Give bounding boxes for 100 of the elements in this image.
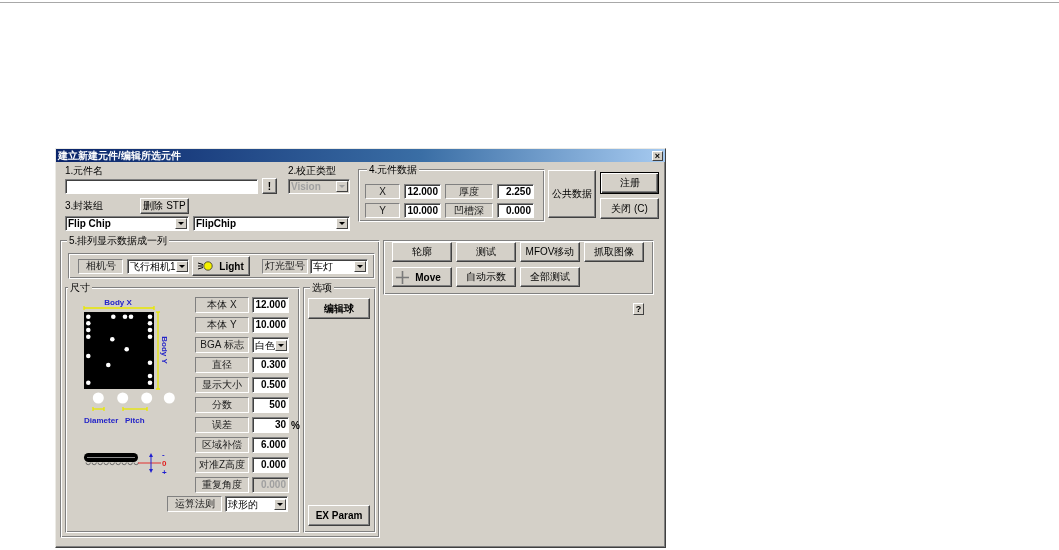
- text-field[interactable]: 10.000: [404, 203, 441, 218]
- text-field[interactable]: 12.000: [404, 184, 441, 199]
- caret-icon: [339, 222, 345, 225]
- field-label: 凹槽深: [445, 203, 493, 218]
- group-title: 4.元件数据: [367, 163, 420, 176]
- field-label: 相机号: [78, 258, 123, 274]
- dialog-button[interactable]: 关闭 (C): [600, 198, 659, 219]
- option-button[interactable]: EX Param: [308, 505, 370, 526]
- tool-button[interactable]: 自动示数: [456, 267, 516, 287]
- dropdown-button[interactable]: [336, 218, 348, 229]
- lamp-icon: [198, 261, 214, 271]
- help-button[interactable]: ?: [633, 303, 644, 315]
- field-label: 直径: [195, 357, 249, 373]
- solder-ball-dot: [86, 353, 91, 359]
- option-button[interactable]: 编辑球: [308, 298, 370, 319]
- caret-icon: [278, 343, 284, 347]
- field-label: 区域补偿: [195, 437, 249, 453]
- text-field[interactable]: 0.000: [252, 457, 289, 473]
- dropdown-field[interactable]: Flip Chip: [65, 216, 189, 231]
- dropdown-button[interactable]: [354, 260, 366, 272]
- field-label: 本体 X: [195, 297, 249, 313]
- solder-ball-circle: [117, 392, 129, 404]
- text-field[interactable]: 0.000: [497, 203, 534, 218]
- solder-ball-dot: [106, 362, 111, 368]
- text-field[interactable]: 0.300: [252, 357, 289, 373]
- light-button[interactable]: Light: [192, 256, 250, 276]
- solder-ball-dot: [86, 380, 91, 385]
- dialog-button[interactable]: 注册: [600, 172, 659, 194]
- unit-label: %: [291, 419, 300, 431]
- field-label: 2.校正类型: [288, 164, 337, 177]
- solder-ball-circle: [92, 392, 104, 404]
- field-label: 3.封装组: [65, 199, 105, 212]
- dimension-label: Diameter: [84, 416, 119, 425]
- delete-button[interactable]: 删除 STP: [140, 197, 189, 214]
- height-arrow: [149, 453, 153, 473]
- dimension-label: Body X: [104, 298, 132, 307]
- text-field[interactable]: 6.000: [252, 437, 289, 453]
- field-label: 灯光型号: [262, 258, 308, 274]
- exclamation-button[interactable]: !: [262, 178, 277, 194]
- field-label: 运算法则: [167, 496, 222, 512]
- dropdown-field[interactable]: 白色: [252, 337, 289, 353]
- caret-icon: [277, 502, 283, 506]
- tool-button[interactable]: MFOV移动: [520, 242, 580, 262]
- dimension-label: Body Y: [160, 336, 169, 364]
- package-side-view-drawing: [84, 453, 139, 466]
- group-title: 5.排列显示数据成一列: [67, 234, 170, 247]
- offset-mark-label: -: [162, 450, 165, 459]
- field-label: 分数: [195, 397, 249, 413]
- solder-ball-circle: [141, 392, 153, 404]
- window-title: 建立新建元件/编辑所选元件: [58, 149, 181, 162]
- dropdown-button[interactable]: [175, 218, 187, 229]
- offset-line: [137, 462, 162, 464]
- solder-ball-dot: [147, 314, 153, 319]
- text-field[interactable]: 2.250: [497, 184, 534, 199]
- dropdown-button[interactable]: [175, 260, 188, 272]
- text-field[interactable]: 500: [252, 397, 289, 413]
- close-button[interactable]: ×: [652, 150, 663, 161]
- field-label: 显示大小: [195, 377, 249, 393]
- solder-ball-dot: [124, 347, 129, 352]
- dimension-line: [122, 406, 148, 412]
- dropdown-field[interactable]: FlipChip: [193, 216, 350, 231]
- tool-button[interactable]: Move: [392, 267, 452, 287]
- group-title: 选项: [310, 281, 334, 294]
- dimension-line: [92, 406, 105, 412]
- field-label: 本体 Y: [195, 317, 249, 333]
- solder-ball-dot: [110, 337, 115, 342]
- dropdown-field[interactable]: 车灯: [310, 258, 368, 274]
- tool-button[interactable]: 抓取图像: [584, 242, 644, 262]
- field-label: BGA 标志: [195, 337, 249, 353]
- tool-button[interactable]: 全部测试: [520, 267, 580, 287]
- solder-ball-dot: [86, 314, 91, 319]
- text-field[interactable]: [65, 178, 258, 194]
- dimension-label: Pitch: [125, 416, 145, 425]
- field-label: 1.元件名: [65, 164, 105, 177]
- offset-mark-label: +: [162, 468, 167, 477]
- text-field[interactable]: 12.000: [252, 297, 289, 313]
- solder-ball-dot: [147, 360, 153, 365]
- field-label: Y: [365, 203, 400, 218]
- text-field[interactable]: 0.500: [252, 377, 289, 393]
- dropdown-button[interactable]: [275, 339, 287, 351]
- crosshair-icon: [396, 270, 409, 284]
- field-label: X: [365, 184, 400, 199]
- caret-icon: [178, 264, 185, 268]
- field-label: 对准Z高度: [195, 457, 249, 473]
- tool-button[interactable]: 轮廓: [392, 242, 452, 262]
- common-data-button[interactable]: 公共数据: [548, 170, 596, 218]
- solder-ball-circle: [163, 392, 175, 404]
- dropdown-field[interactable]: 球形的: [225, 496, 288, 512]
- offset-mark-label: 0: [162, 459, 167, 468]
- field-label: 误差: [195, 417, 249, 433]
- text-field[interactable]: 10.000: [252, 317, 289, 333]
- solder-ball-dot: [111, 314, 116, 319]
- text-field[interactable]: 30: [252, 417, 289, 433]
- field-label: 重复角度: [195, 477, 249, 493]
- field-label: 厚度: [445, 184, 493, 199]
- caret-icon: [178, 222, 184, 225]
- tool-button[interactable]: 测试: [456, 242, 516, 262]
- caret-icon: [339, 184, 345, 188]
- dropdown-field[interactable]: 飞行相机1: [127, 258, 189, 274]
- dropdown-button[interactable]: [274, 498, 286, 510]
